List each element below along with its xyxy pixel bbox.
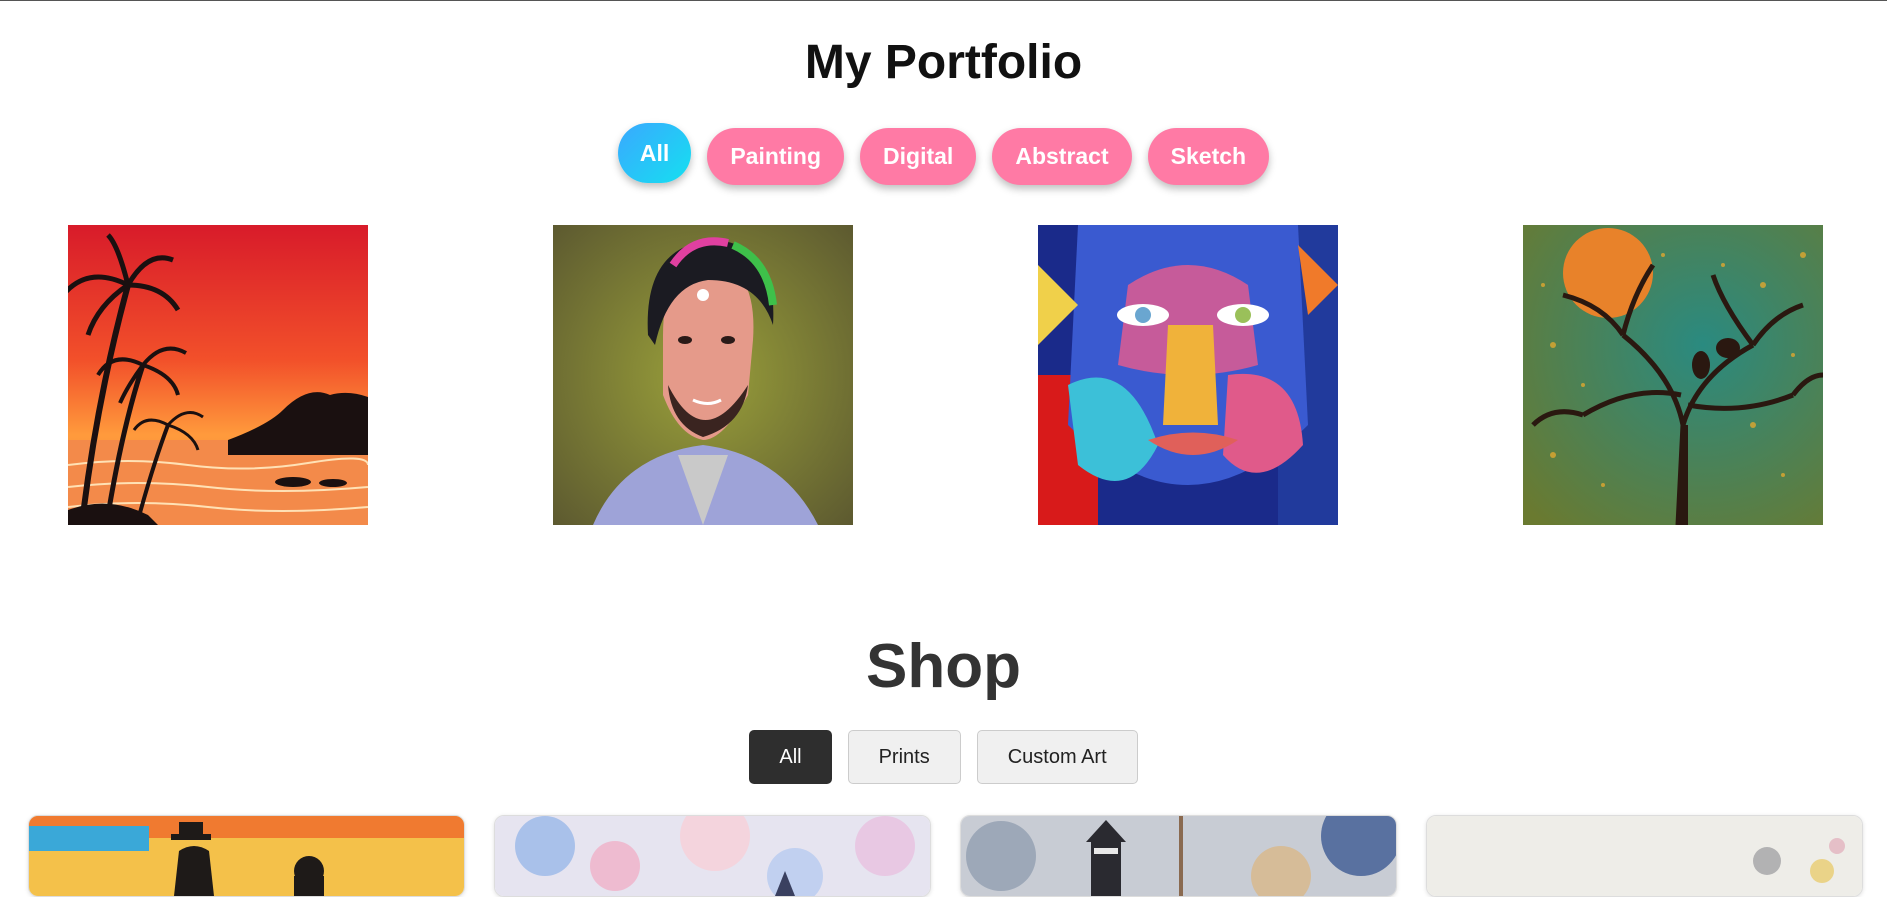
filter-digital-button[interactable]: Digital (860, 127, 977, 185)
product-card[interactable] (960, 815, 1397, 897)
product-card[interactable] (1426, 815, 1863, 897)
couple-sunset-image (29, 816, 464, 896)
sunset-palm-image (68, 225, 368, 525)
colorful-face-image (1038, 225, 1338, 525)
filter-abstract-button[interactable]: Abstract (992, 127, 1132, 185)
portfolio-filter-bar: All Painting Digital Abstract Sketch (0, 123, 1887, 186)
man-portrait-image (553, 225, 853, 525)
shop-tab-bar: All Prints Custom Art (0, 730, 1887, 784)
artwork-colorful-face[interactable] (1038, 225, 1338, 525)
product-card[interactable] (494, 815, 931, 897)
lighthouse-watercolor-image (961, 816, 1396, 896)
product-card[interactable] (28, 815, 465, 897)
shop-tab-all[interactable]: All (749, 730, 832, 784)
shop-tab-custom-art[interactable]: Custom Art (976, 730, 1138, 784)
minimal-watercolor-image (1427, 816, 1862, 896)
artwork-sunset-palm[interactable] (68, 225, 368, 525)
portfolio-gallery (0, 225, 1887, 525)
filter-painting-button[interactable]: Painting (707, 127, 845, 185)
filter-all-button[interactable]: All (617, 123, 692, 183)
shop-tab-prints[interactable]: Prints (847, 730, 961, 784)
shop-title: Shop (866, 632, 1021, 701)
filter-sketch-button[interactable]: Sketch (1147, 127, 1270, 185)
portfolio-title: My Portfolio (804, 36, 1083, 89)
shop-products (28, 815, 1864, 897)
artwork-tree-moon[interactable] (1523, 225, 1823, 525)
pastel-watercolor-image (495, 816, 930, 896)
tree-moon-image (1523, 225, 1823, 525)
artwork-portrait[interactable] (553, 225, 853, 525)
